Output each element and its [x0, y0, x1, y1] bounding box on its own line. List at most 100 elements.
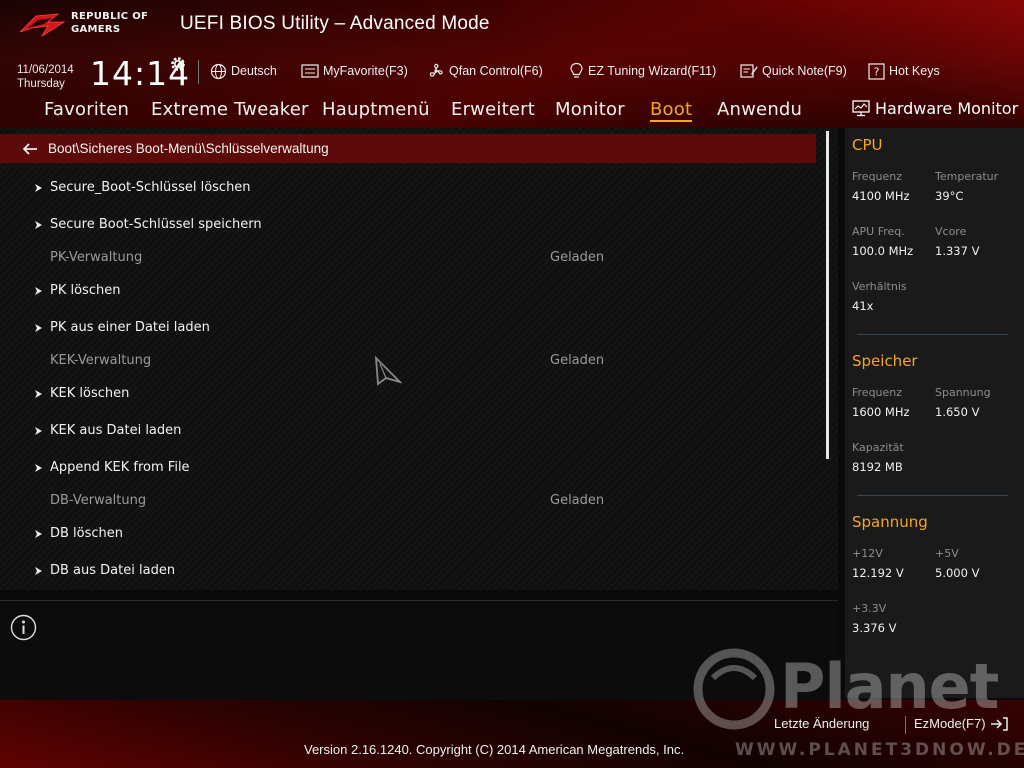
hw-cpu-temp-label: Temperatur: [935, 170, 999, 183]
menu-item-pk-load-from-file[interactable]: PK aus einer Datei laden: [0, 317, 816, 341]
help-box-icon: ?: [868, 62, 885, 80]
menu-item-kek-delete[interactable]: KEK löschen: [0, 383, 816, 407]
submenu-arrow-icon: [35, 530, 42, 538]
hot-keys-label: Hot Keys: [889, 64, 940, 78]
qfan-control-button[interactable]: Qfan Control(F6): [427, 60, 543, 82]
svg-text:?: ?: [874, 65, 880, 78]
qfan-label: Qfan Control(F6): [449, 64, 543, 78]
last-change-button[interactable]: Letzte Änderung: [774, 716, 869, 731]
hw-5v-value: 5.000 V: [935, 566, 980, 580]
submenu-arrow-icon: [35, 567, 42, 575]
menu-item-pk-delete[interactable]: PK löschen: [0, 280, 816, 304]
info-row-value: Geladen: [550, 250, 605, 265]
hw-mem-capacity-label: Kapazität: [852, 441, 904, 454]
tab-favoriten[interactable]: Favoriten: [44, 99, 129, 120]
tab-boot[interactable]: Boot: [650, 99, 693, 122]
info-icon: [10, 614, 37, 641]
hw-vcore-value: 1.337 V: [935, 244, 980, 258]
ezmode-label: EzMode(F7): [914, 716, 986, 731]
toolbar-divider: [198, 60, 199, 84]
ez-tuning-wizard-button[interactable]: EZ Tuning Wizard(F11): [569, 60, 716, 82]
hw-voltage-title: Spannung: [852, 513, 928, 531]
hw-divider: [857, 334, 1008, 335]
hw-ratio-label: Verhältnis: [852, 280, 907, 293]
menu-item-label: PK löschen: [50, 283, 121, 298]
hw-ratio-value: 41x: [852, 299, 874, 313]
menu-item-label: KEK aus Datei laden: [50, 423, 182, 438]
hw-5v-label: +5V: [935, 547, 959, 560]
gear-icon[interactable]: [169, 55, 187, 73]
quick-note-label: Quick Note(F9): [762, 64, 847, 78]
myfavorite-button[interactable]: MyFavorite(F3): [301, 60, 408, 82]
note-pencil-icon: [740, 64, 758, 78]
hw-3v3-value: 3.376 V: [852, 621, 897, 635]
info-row-label: DB-Verwaltung: [50, 493, 147, 508]
info-row-value: Geladen: [550, 493, 605, 508]
submenu-arrow-icon: [35, 184, 42, 192]
back-arrow-icon[interactable]: [22, 142, 38, 155]
tab-hauptmenue[interactable]: Hauptmenü: [322, 99, 430, 120]
info-row-value: Geladen: [550, 353, 605, 368]
hot-keys-button[interactable]: ? Hot Keys: [868, 60, 940, 82]
menu-item-db-delete[interactable]: DB löschen: [0, 523, 816, 547]
hw-mem-freq-value: 1600 MHz: [852, 405, 910, 419]
hw-cpu-freq-label: Frequenz: [852, 170, 903, 183]
breadcrumb[interactable]: Boot\Sicheres Boot-Menü\Schlüsselverwalt…: [0, 134, 816, 163]
menu-item-secure-boot-keys-delete[interactable]: Secure_Boot-Schlüssel löschen: [0, 177, 816, 201]
hw-vcore-label: Vcore: [935, 225, 967, 238]
hw-cpu-temp-value: 39°C: [935, 189, 964, 203]
info-row-kek-management: KEK-Verwaltung Geladen: [0, 350, 816, 374]
weekday-text: Thursday: [17, 78, 65, 90]
copyright-text: Version 2.16.1240. Copyright (C) 2014 Am…: [304, 742, 685, 757]
menu-item-append-kek-from-file[interactable]: Append KEK from File: [0, 457, 816, 481]
date-block: 11/06/2014 Thursday: [17, 63, 74, 91]
hw-cpu-freq-value: 4100 MHz: [852, 189, 910, 203]
info-row-pk-management: PK-Verwaltung Geladen: [0, 247, 816, 271]
tab-anwendung[interactable]: Anwendu: [717, 99, 802, 120]
exit-arrow-icon: [990, 716, 1008, 731]
language-label: Deutsch: [231, 64, 277, 78]
hw-memory-title: Speicher: [852, 352, 918, 370]
submenu-arrow-icon: [35, 464, 42, 472]
hw-mem-freq-label: Frequenz: [852, 386, 903, 399]
quick-note-button[interactable]: Quick Note(F9): [740, 60, 847, 82]
menu-item-db-load-from-file[interactable]: DB aus Datei laden: [0, 560, 816, 584]
menu-scrollbar[interactable]: [826, 131, 829, 459]
language-button[interactable]: Deutsch: [210, 60, 277, 82]
ez-tuning-label: EZ Tuning Wizard(F11): [588, 64, 717, 78]
info-row-label: KEK-Verwaltung: [50, 353, 152, 368]
hw-12v-label: +12V: [852, 547, 883, 560]
brand-line-1: REPUBLIC OF: [71, 11, 149, 22]
menu-item-label: DB löschen: [50, 526, 124, 541]
hw-mem-capacity-value: 8192 MB: [852, 460, 903, 474]
menu-item-label: Secure Boot-Schlüssel speichern: [50, 217, 262, 232]
tab-extreme-tweaker[interactable]: Extreme Tweaker: [151, 99, 309, 120]
brand-line-2: GAMERS: [71, 24, 121, 35]
mouse-cursor-icon: [374, 356, 402, 386]
rog-logo: REPUBLIC OF GAMERS: [18, 8, 168, 42]
hw-mem-volt-label: Spannung: [935, 386, 991, 399]
menu-item-label: KEK löschen: [50, 386, 130, 401]
hw-apu-freq-value: 100.0 MHz: [852, 244, 914, 258]
myfavorite-label: MyFavorite(F3): [323, 64, 408, 78]
watermark-url: WWW.PLANET3DNOW.DE: [735, 740, 1024, 760]
app-title: UEFI BIOS Utility – Advanced Mode: [180, 13, 490, 34]
info-row-db-management: DB-Verwaltung Geladen: [0, 490, 816, 514]
submenu-arrow-icon: [35, 427, 42, 435]
tab-monitor[interactable]: Monitor: [555, 99, 625, 120]
submenu-arrow-icon: [35, 221, 42, 229]
planet3dnow-logo-icon: [693, 648, 775, 730]
menu-item-secure-boot-keys-save[interactable]: Secure Boot-Schlüssel speichern: [0, 214, 816, 238]
monitor-icon: [852, 100, 870, 117]
lightbulb-icon: [570, 62, 583, 78]
hw-mem-volt-value: 1.650 V: [935, 405, 980, 419]
tab-erweitert[interactable]: Erweitert: [451, 99, 535, 120]
hw-divider: [857, 495, 1008, 496]
ezmode-button[interactable]: EzMode(F7): [914, 716, 1008, 731]
menu-item-kek-load-from-file[interactable]: KEK aus Datei laden: [0, 420, 816, 444]
submenu-arrow-icon: [35, 390, 42, 398]
info-row-label: PK-Verwaltung: [50, 250, 143, 265]
menu-item-label: DB aus Datei laden: [50, 563, 176, 578]
menu-item-label: Secure_Boot-Schlüssel löschen: [50, 180, 251, 195]
favorite-list-icon: [301, 63, 319, 78]
